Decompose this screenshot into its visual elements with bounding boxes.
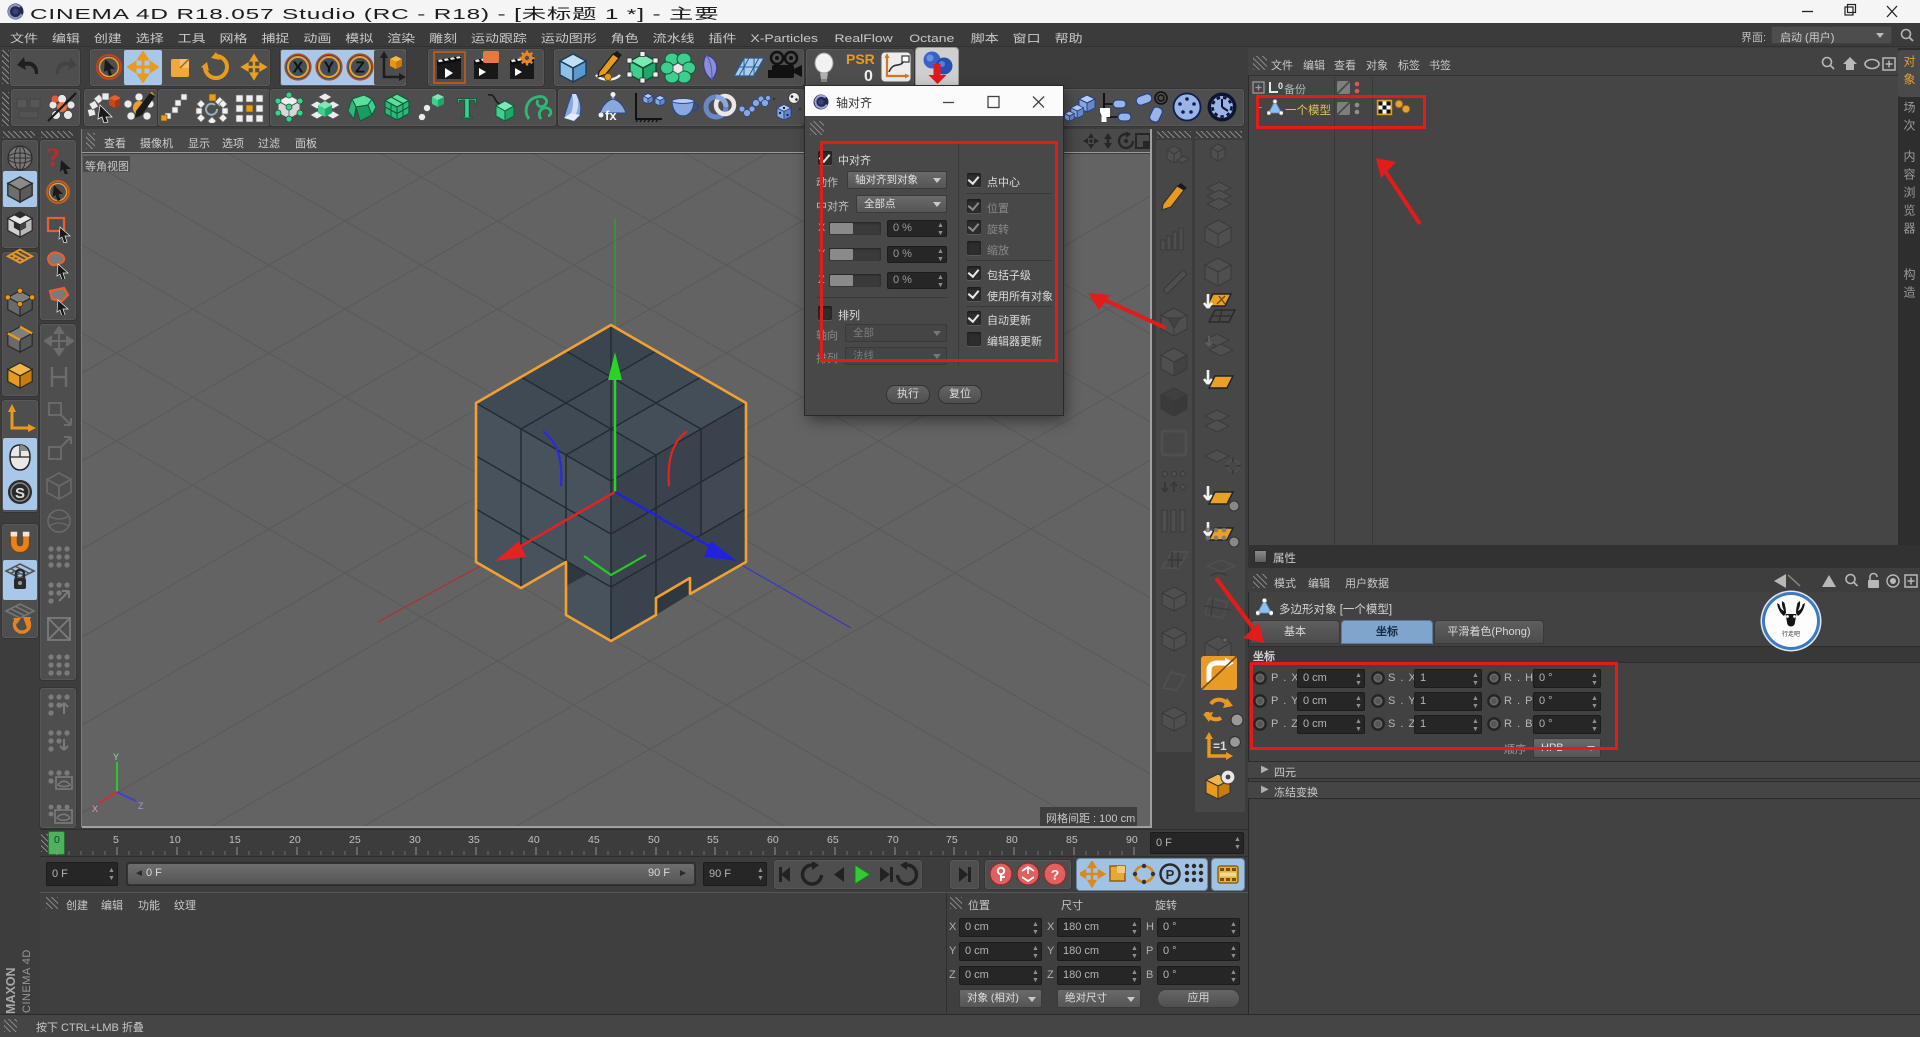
svg-text:70: 70 <box>887 834 899 846</box>
svg-text:40: 40 <box>528 834 540 846</box>
svg-text:P: P <box>1166 867 1175 882</box>
svg-text:X: X <box>293 60 304 77</box>
svg-text:0: 0 <box>54 834 60 846</box>
svg-text:0: 0 <box>864 68 873 85</box>
svg-text:=1: =1 <box>1213 739 1227 753</box>
svg-text:75: 75 <box>946 834 958 846</box>
svg-text:90: 90 <box>1126 834 1138 846</box>
svg-text:T: T <box>457 92 477 123</box>
svg-text:20: 20 <box>289 834 301 846</box>
svg-text:50: 50 <box>648 834 660 846</box>
svg-text:?: ? <box>1051 867 1060 883</box>
svg-text:S: S <box>15 485 25 502</box>
svg-text:55: 55 <box>707 834 719 846</box>
svg-text:Y: Y <box>113 752 119 762</box>
svg-text:80: 80 <box>1006 834 1018 846</box>
svg-text:Y: Y <box>324 60 335 77</box>
svg-text:85: 85 <box>1066 834 1078 846</box>
svg-text:行走吧: 行走吧 <box>1782 630 1800 638</box>
svg-text:10: 10 <box>169 834 181 846</box>
svg-text:PSR: PSR <box>846 51 875 67</box>
svg-text:35: 35 <box>468 834 480 846</box>
svg-text:65: 65 <box>827 834 839 846</box>
svg-text:Z: Z <box>138 801 144 811</box>
svg-text:5: 5 <box>113 834 119 846</box>
svg-text:25: 25 <box>349 834 361 846</box>
svg-text:45: 45 <box>588 834 600 846</box>
svg-text:X: X <box>92 804 98 814</box>
svg-text:0: 0 <box>1278 81 1283 91</box>
svg-text:30: 30 <box>409 834 421 846</box>
svg-text:fx: fx <box>605 108 617 123</box>
svg-text:?: ? <box>47 143 60 172</box>
svg-text:Z: Z <box>355 60 365 77</box>
svg-text:60: 60 <box>767 834 779 846</box>
svg-text:15: 15 <box>229 834 241 846</box>
